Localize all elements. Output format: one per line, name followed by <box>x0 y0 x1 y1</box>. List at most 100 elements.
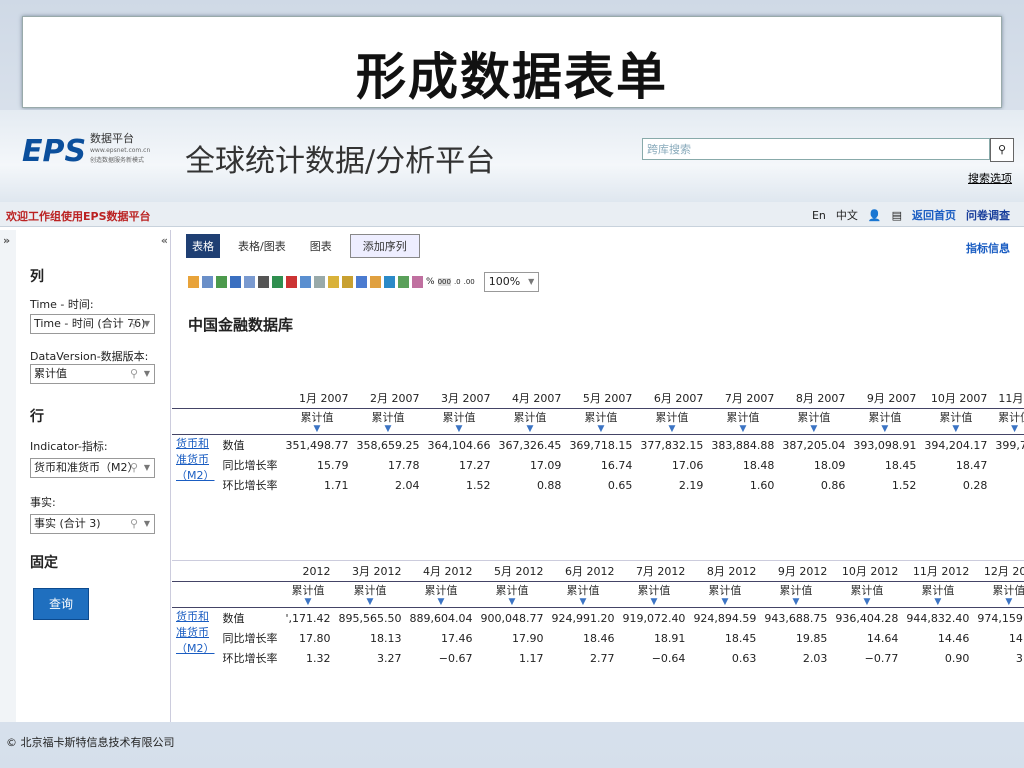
chevron-down-icon[interactable]: ▼ <box>144 459 150 477</box>
month-header[interactable]: 7月 2012 <box>618 560 690 582</box>
value-cell[interactable]: 0.86 <box>778 475 849 495</box>
value-cell[interactable]: 18.09 <box>778 455 849 475</box>
calc-icon[interactable] <box>398 276 409 288</box>
chevron-down-icon[interactable]: ▼ <box>764 598 827 607</box>
value-cell[interactable]: 1.32 <box>282 648 335 668</box>
chevron-down-icon[interactable]: ▼ <box>906 598 969 607</box>
rotate-icon[interactable] <box>300 276 311 288</box>
excel-icon[interactable] <box>272 276 283 288</box>
value-cell[interactable]: 1.17 <box>476 648 547 668</box>
value-cell[interactable]: 3.10 <box>973 648 1024 668</box>
month-header[interactable]: 2012 <box>281 560 335 582</box>
value-cell[interactable]: 17.78 <box>352 455 423 475</box>
version-header[interactable]: 累计值▼ <box>831 582 902 608</box>
chevron-down-icon[interactable]: ▼ <box>622 598 685 607</box>
month-header[interactable]: 6月 2012 <box>547 560 619 582</box>
chevron-down-icon[interactable]: ▼ <box>528 273 534 291</box>
value-cell[interactable]: 919,072.40 <box>618 608 689 629</box>
percent-icon[interactable]: % <box>426 277 435 287</box>
bars-icon[interactable] <box>370 276 381 288</box>
chevron-down-icon[interactable]: ▼ <box>782 425 845 434</box>
value-cell[interactable]: 16.74 <box>565 455 636 475</box>
tab-chart[interactable]: 图表 <box>304 234 338 258</box>
value-cell[interactable]: 393,098.91 <box>849 435 920 456</box>
version-select[interactable]: 累计值 ⚲ ▼ <box>30 364 155 384</box>
value-cell[interactable]: 1.71 <box>282 475 353 495</box>
search-icon[interactable]: ⚲ <box>130 365 138 383</box>
version-header[interactable]: 累计值▼ <box>476 582 547 608</box>
search-options-link[interactable]: 搜索选项 <box>968 170 1012 186</box>
value-cell[interactable]: 2.04 <box>352 475 423 495</box>
month-header[interactable]: 4月 2007 <box>494 388 566 409</box>
decimal-increase-icon[interactable]: .0 <box>454 278 461 286</box>
pdf-icon[interactable] <box>286 276 297 288</box>
version-header[interactable]: 累计值▼ <box>423 409 494 435</box>
user-icon[interactable]: 👤 <box>868 209 882 222</box>
value-cell[interactable]: 889,604.04 <box>406 608 477 629</box>
chevron-down-icon[interactable]: ▼ <box>480 598 543 607</box>
chevron-down-icon[interactable]: ▼ <box>427 425 490 434</box>
month-header[interactable]: 10月 2007 <box>920 388 992 409</box>
version-header[interactable]: 累计值▼ <box>689 582 760 608</box>
refresh-icon[interactable] <box>216 276 227 288</box>
search-icon[interactable]: ⚲ <box>130 315 138 333</box>
chevron-down-icon[interactable]: ▼ <box>144 365 150 383</box>
format-icon[interactable] <box>412 276 423 288</box>
home-link[interactable]: 返回首页 <box>912 207 956 223</box>
value-cell[interactable]: 974,159.46 <box>973 608 1024 629</box>
value-cell[interactable]: 399,75 <box>991 435 1024 456</box>
version-header[interactable]: 累计值▼ <box>760 582 831 608</box>
search-icon[interactable]: ⚲ <box>130 459 138 477</box>
chevron-down-icon[interactable]: ▼ <box>498 425 561 434</box>
month-header[interactable]: 5月 2007 <box>565 388 637 409</box>
document-icon[interactable]: ▤ <box>892 209 902 222</box>
value-cell[interactable]: 17.09 <box>494 455 565 475</box>
value-cell[interactable]: 900,048.77 <box>476 608 547 629</box>
version-header[interactable]: 累计值▼ <box>352 409 423 435</box>
chevron-down-icon[interactable]: ▼ <box>640 425 703 434</box>
value-cell[interactable]: 943,688.75 <box>760 608 831 629</box>
month-header[interactable]: 7月 2007 <box>707 388 779 409</box>
chevron-down-icon[interactable]: ▼ <box>569 425 632 434</box>
value-cell[interactable]: 944,832.40 <box>902 608 973 629</box>
chevron-down-icon[interactable]: ▼ <box>339 598 402 607</box>
thousands-icon[interactable]: 000 <box>437 278 451 286</box>
value-cell[interactable]: 18.45 <box>849 455 920 475</box>
value-cell[interactable]: 387,205.04 <box>778 435 849 456</box>
value-cell[interactable]: 394,204.17 <box>920 435 991 456</box>
version-header[interactable]: 累计值▼ <box>991 409 1024 435</box>
month-header[interactable]: 1月 2007 <box>281 388 353 409</box>
value-cell[interactable]: 936,404.28 <box>831 608 902 629</box>
month-header[interactable]: 10月 2012 <box>831 560 903 582</box>
chevron-down-icon[interactable]: ▼ <box>924 425 987 434</box>
value-cell[interactable]: 14.39 <box>973 628 1024 648</box>
version-header[interactable]: 累计值▼ <box>565 409 636 435</box>
chevron-down-icon[interactable]: ▼ <box>410 598 473 607</box>
value-cell[interactable]: 14.64 <box>831 628 902 648</box>
value-cell[interactable] <box>991 475 1024 495</box>
value-cell[interactable]: −0.77 <box>831 648 902 668</box>
indicator-link[interactable]: 货币和准货币（M2） <box>172 435 219 496</box>
month-header[interactable]: 8月 2012 <box>689 560 761 582</box>
chevron-down-icon[interactable]: ▼ <box>977 598 1024 607</box>
month-header[interactable]: 2月 2007 <box>352 388 424 409</box>
value-cell[interactable]: 924,894.59 <box>689 608 760 629</box>
value-cell[interactable]: 18.46 <box>547 628 618 648</box>
value-cell[interactable]: 0.63 <box>689 648 760 668</box>
value-cell[interactable]: ',171.42 <box>282 608 335 629</box>
value-cell[interactable]: 17.27 <box>423 455 494 475</box>
chevron-down-icon[interactable]: ▼ <box>551 598 614 607</box>
month-header[interactable]: 9月 2012 <box>760 560 832 582</box>
value-cell[interactable]: 18.47 <box>920 455 991 475</box>
value-cell[interactable]: 1.52 <box>423 475 494 495</box>
decimal-decrease-icon[interactable]: .00 <box>464 278 475 286</box>
version-header[interactable]: 累计值▼ <box>406 582 477 608</box>
value-cell[interactable]: 1.60 <box>707 475 778 495</box>
lang-zh-link[interactable]: 中文 <box>836 207 858 223</box>
chevron-down-icon[interactable]: ▼ <box>286 598 331 607</box>
version-header[interactable]: 累计值▼ <box>778 409 849 435</box>
value-cell[interactable]: 18.91 <box>618 628 689 648</box>
value-cell[interactable]: 351,498.77 <box>282 435 353 456</box>
value-cell[interactable]: 367,326.45 <box>494 435 565 456</box>
collapse-sidebar-icon[interactable]: « <box>161 234 168 247</box>
